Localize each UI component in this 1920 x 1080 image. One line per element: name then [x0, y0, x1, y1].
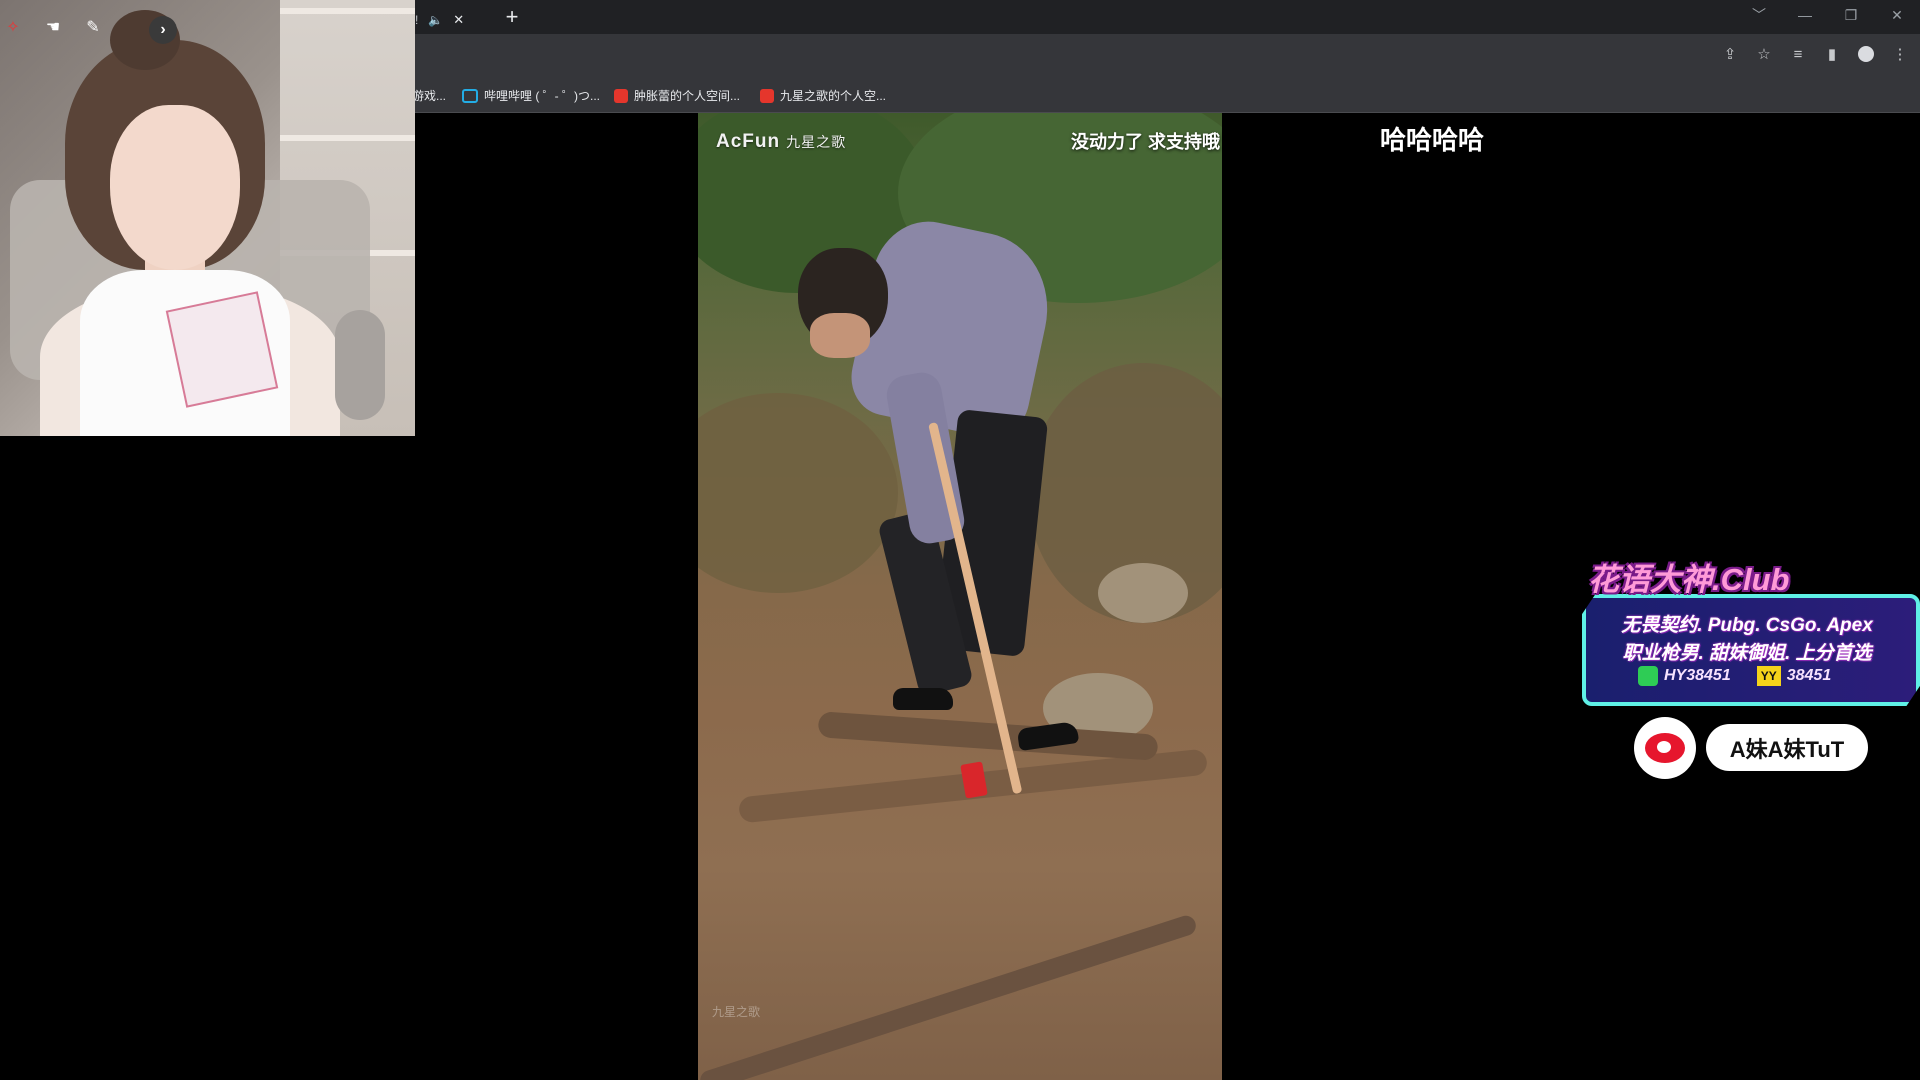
shelf-board	[280, 8, 415, 14]
bookmark-label: 九星之歌的个人空...	[780, 89, 887, 103]
bilibili-icon	[462, 88, 478, 103]
tab-title: !	[415, 13, 419, 27]
sponsor-line-1: 无畏契约. Pubg. CsGo. Apex	[1621, 615, 1873, 636]
chevron-right-icon[interactable]: ›	[149, 16, 177, 44]
root	[698, 913, 1199, 1080]
bookmark-item[interactable]: 九星之歌的个人空...	[760, 87, 886, 104]
weibo-handle: A妹A妹TuT	[1706, 724, 1868, 771]
yy-icon: YY	[1756, 666, 1781, 686]
bookmark-item[interactable]: 游戏...	[412, 87, 446, 104]
share-icon[interactable]: ⇪	[1720, 44, 1740, 64]
active-tab[interactable]: ! 🔈 ✕	[415, 6, 485, 34]
sponsor-panel: 花语大神.Club 无畏契约. Pubg. CsGo. Apex 职业枪男. 甜…	[1578, 548, 1920, 708]
stream-comment: 哈哈哈哈	[1380, 125, 1485, 155]
bookmark-label: 肿胀蕾的个人空间...	[634, 89, 741, 103]
bookmark-item[interactable]: 哔哩哔哩 ( ゜- ゜)つ...	[462, 87, 600, 104]
shelf-board	[280, 135, 415, 141]
red-avatar-icon	[760, 88, 774, 103]
menu-icon[interactable]: ⋮	[1890, 44, 1910, 64]
channel-name: 九星之歌	[786, 134, 847, 150]
sponsor-title: 花语大神.Club	[1588, 562, 1790, 597]
rock	[1098, 563, 1188, 623]
brand-logo-icon: ✧	[6, 19, 20, 36]
window-controls: ﹀ — ❐ ✕	[1736, 0, 1920, 30]
red-avatar-icon	[614, 88, 628, 103]
side-panel-icon[interactable]: ▮	[1822, 44, 1842, 64]
wechat-icon	[1638, 666, 1658, 686]
yy-contact: YY 38451	[1756, 666, 1831, 686]
video-caption: 没动力了 求支持哦	[1070, 132, 1220, 152]
axe-head	[960, 761, 988, 799]
bookmark-label: 游戏...	[412, 89, 447, 103]
close-tab-icon[interactable]: ✕	[453, 12, 464, 28]
bookmark-label: 哔哩哔哩 ( ゜- ゜)つ...	[484, 89, 600, 103]
overlay-icons: ✧ ☚ ✎	[0, 14, 106, 40]
man-face	[810, 313, 870, 358]
magic-wand-icon[interactable]: ✎	[80, 14, 106, 40]
sponsor-contact: HY38451 YY 38451	[1638, 666, 1831, 686]
dry-brush	[698, 393, 898, 593]
sponsor-line-2: 职业枪男. 甜妹御姐. 上分首选	[1622, 643, 1872, 664]
media-controls-icon[interactable]: ≡	[1788, 44, 1808, 64]
hand-icon[interactable]: ☚	[40, 14, 66, 40]
bookmark-item[interactable]: 肿胀蕾的个人空间...	[614, 87, 740, 104]
restore-button[interactable]: ❐	[1828, 0, 1874, 30]
face	[110, 105, 240, 270]
webcam-feed: ✧ ☚ ✎ ›	[0, 0, 415, 436]
close-window-button[interactable]: ✕	[1874, 0, 1920, 30]
bookmark-star-icon[interactable]: ☆	[1754, 44, 1774, 64]
profile-icon[interactable]	[1856, 44, 1876, 64]
tab-search-icon[interactable]: ﹀	[1736, 0, 1782, 30]
weibo-icon	[1634, 717, 1696, 779]
snack-wrapper	[165, 291, 279, 408]
minimize-button[interactable]: —	[1782, 0, 1828, 30]
new-tab-button[interactable]: +	[500, 6, 524, 30]
video-watermark: 九星之歌	[712, 1005, 761, 1019]
shoe	[893, 688, 953, 710]
wechat-contact: HY38451	[1638, 666, 1731, 686]
video-player[interactable]: AcFun 九星之歌 没动力了 求支持哦 九星之歌	[698, 113, 1222, 1080]
microphone	[335, 310, 385, 420]
acfun-logo: AcFun 九星之歌	[716, 131, 847, 152]
mute-tab-icon[interactable]: 🔈	[428, 13, 443, 27]
